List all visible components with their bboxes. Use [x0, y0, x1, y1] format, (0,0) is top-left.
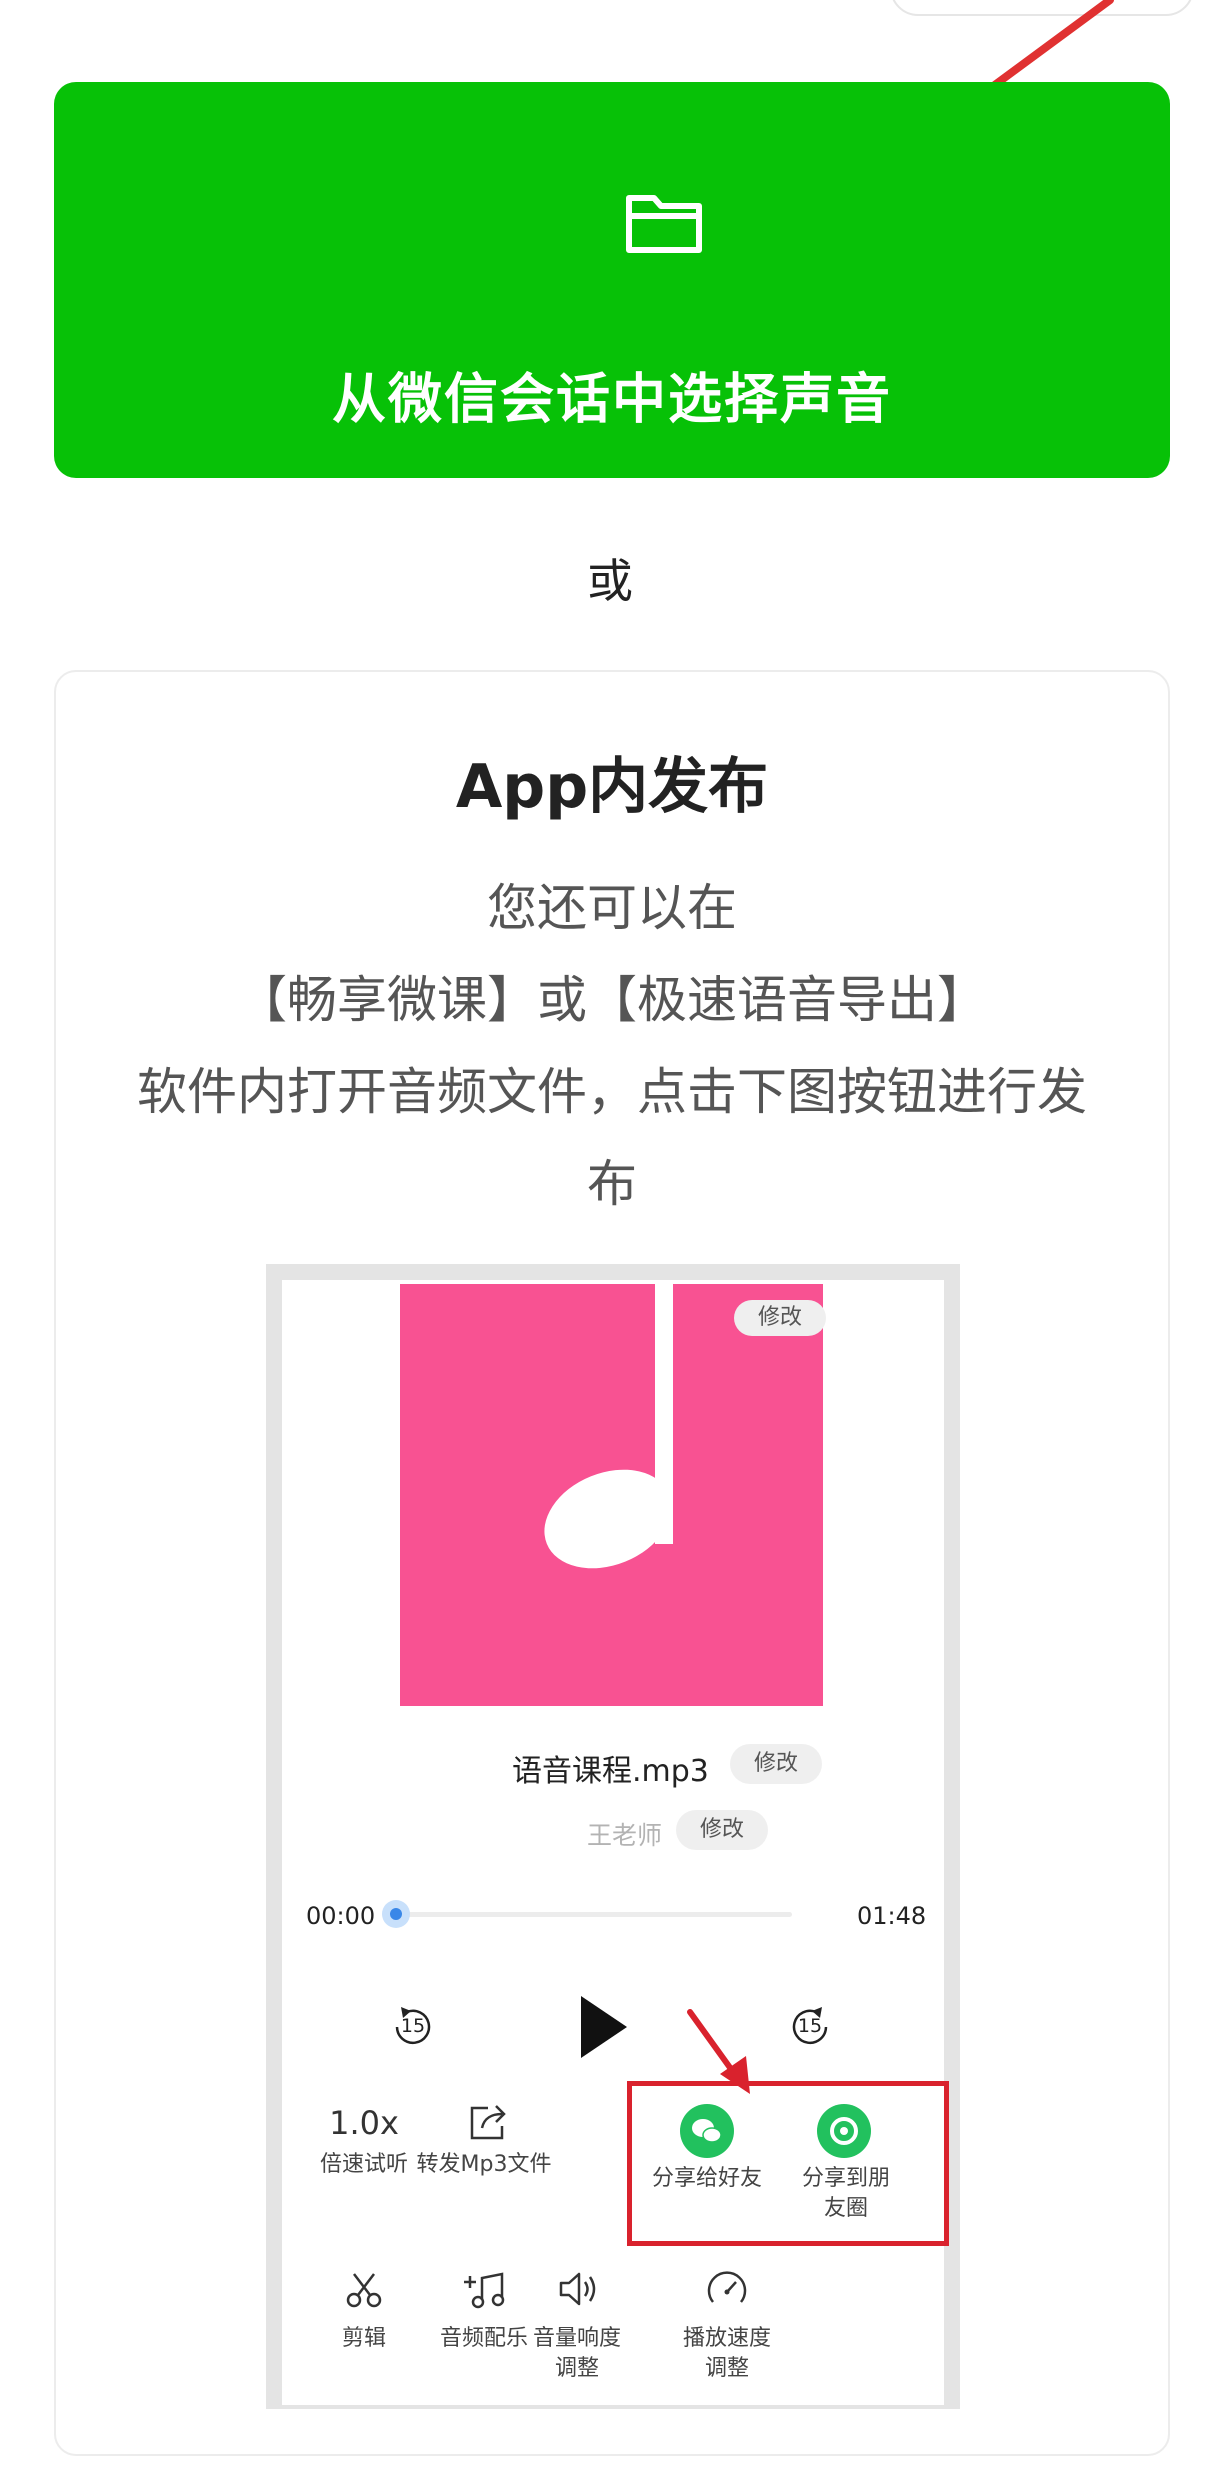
app-publish-card: App内发布 您还可以在 【畅享微课】或【极速语音导出】 软件内打开音频文件，点…	[54, 670, 1170, 2456]
volume-adjust-option[interactable]: 音量响度 调整	[502, 2268, 652, 2388]
time-current: 00:00	[306, 1902, 376, 1930]
app-screenshot-illustration: 修改 语音课程.mp3 修改 王老师 修改 00:00 01:48 15 15 …	[266, 1264, 960, 2409]
clip-label: 剪辑	[341, 2326, 386, 2351]
time-total: 01:48	[857, 1902, 927, 1930]
share-options-highlight-box	[627, 2081, 949, 2246]
speed-adjust-label-line-1: 播放速度	[682, 2326, 771, 2351]
volume-label-line-2: 调整	[554, 2356, 599, 2381]
file-name: 语音课程.mp3	[512, 1754, 709, 1789]
select-voice-from-chat-button[interactable]: 从微信会话中选择声音	[54, 82, 1170, 478]
album-cover	[400, 1284, 823, 1706]
clip-option[interactable]: 剪辑	[304, 2270, 424, 2370]
speed-gauge-icon	[707, 2271, 747, 2303]
or-separator: 或	[587, 554, 633, 608]
forward-share-icon	[470, 2105, 506, 2140]
author-name: 王老师	[587, 1821, 663, 1850]
progress-track[interactable]	[382, 1912, 792, 1917]
author-edit-button[interactable]: 修改	[676, 1810, 768, 1850]
card-title: App内发布	[455, 752, 769, 822]
file-name-edit-button[interactable]: 修改	[730, 1744, 822, 1784]
description-line-1: 您还可以在	[487, 879, 737, 937]
description-line-4: 布	[587, 1155, 637, 1213]
rewind-label: 15	[400, 2015, 426, 2037]
volume-label-line-1: 音量响度	[532, 2326, 621, 2351]
folder-icon	[626, 195, 702, 253]
description-line-3: 软件内打开音频文件，点击下图按钮进行发	[137, 1063, 1087, 1121]
speed-adjust-option[interactable]: 播放速度 调整	[652, 2268, 802, 2388]
description-line-2: 【畅享微课】或【极速语音导出】	[237, 971, 987, 1029]
forward-label: 15	[797, 2015, 823, 2037]
forward-mp3-label: 转发Mp3文件	[416, 2152, 552, 2177]
forward-15-button[interactable]: 15	[784, 2001, 836, 2053]
music-note-cover-icon	[544, 1284, 673, 1569]
select-voice-label: 从微信会话中选择声音	[332, 367, 892, 431]
music-note-icon	[464, 2272, 505, 2309]
forward-mp3-option[interactable]: 转发Mp3文件	[394, 2100, 574, 2190]
speed-adjust-label-line-2: 调整	[704, 2356, 749, 2381]
volume-icon	[559, 2272, 596, 2306]
rewind-15-button[interactable]: 15	[387, 2001, 439, 2053]
progress-thumb[interactable]	[382, 1900, 410, 1928]
screenshot-content: 修改 语音课程.mp3 修改 王老师 修改 00:00 01:48 15 15 …	[282, 1280, 949, 2405]
scissors-icon	[346, 2273, 382, 2308]
play-icon[interactable]	[577, 1996, 629, 2058]
cover-edit-button[interactable]: 修改	[734, 1300, 826, 1336]
